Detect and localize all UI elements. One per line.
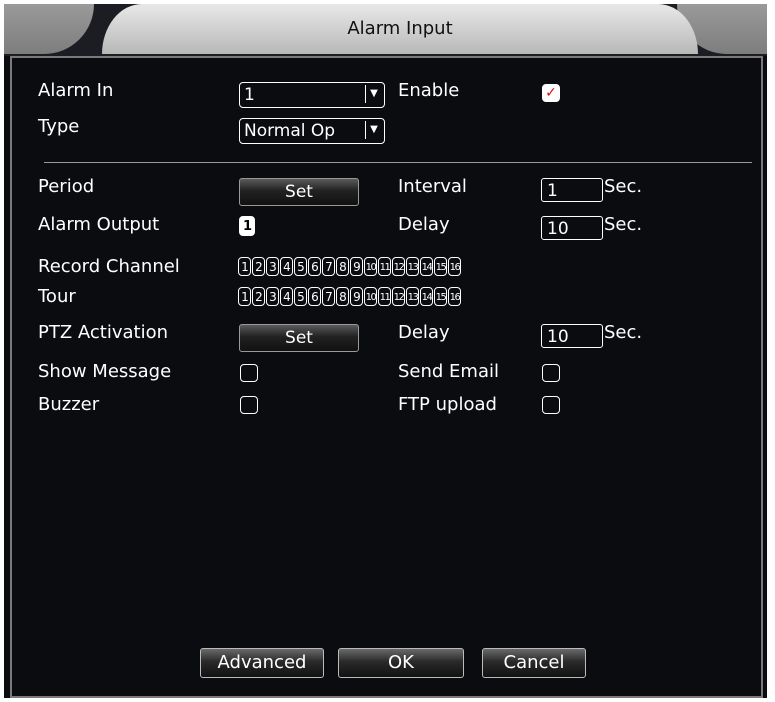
divider xyxy=(44,162,752,163)
ptz-delay-label: Delay xyxy=(398,322,450,343)
ptz-set-button[interactable]: Set xyxy=(239,324,359,352)
ptz-delay-unit: Sec. xyxy=(604,322,643,343)
record-channel-label: Record Channel xyxy=(38,256,180,277)
ptz-activation-label: PTZ Activation xyxy=(38,322,169,343)
record-channel-16[interactable]: 16 xyxy=(448,257,461,276)
interval-label: Interval xyxy=(398,176,467,197)
ftp-upload-checkbox[interactable] xyxy=(542,396,560,414)
send-email-checkbox[interactable] xyxy=(542,364,560,382)
cancel-button[interactable]: Cancel xyxy=(482,648,586,678)
record-channel-8[interactable]: 8 xyxy=(336,257,349,276)
record-channel-list: 1 2 3 4 5 6 7 8 9 10 11 12 13 14 15 16 xyxy=(238,257,462,276)
record-channel-4[interactable]: 4 xyxy=(280,257,293,276)
record-channel-13[interactable]: 13 xyxy=(406,257,419,276)
ok-button[interactable]: OK xyxy=(338,648,464,678)
check-icon: ✓ xyxy=(545,85,557,101)
record-channel-3[interactable]: 3 xyxy=(266,257,279,276)
record-channel-1[interactable]: 1 xyxy=(238,257,251,276)
tour-channel-7[interactable]: 7 xyxy=(322,287,335,306)
tour-channel-list: 1 2 3 4 5 6 7 8 9 10 11 12 13 14 15 16 xyxy=(238,287,462,306)
alarm-output-label: Alarm Output xyxy=(38,214,160,235)
tour-channel-3[interactable]: 3 xyxy=(266,287,279,306)
tour-channel-9[interactable]: 9 xyxy=(350,287,363,306)
buzzer-label: Buzzer xyxy=(38,394,100,415)
tour-channel-13[interactable]: 13 xyxy=(406,287,419,306)
send-email-label: Send Email xyxy=(398,361,499,382)
title-tab: Alarm Input xyxy=(102,4,698,54)
record-channel-5[interactable]: 5 xyxy=(294,257,307,276)
tour-channel-6[interactable]: 6 xyxy=(308,287,321,306)
title-bar: Alarm Input xyxy=(4,4,767,56)
ptz-delay-input[interactable]: 10 xyxy=(541,324,603,348)
chevron-down-icon[interactable]: ▼ xyxy=(365,121,382,139)
ftp-upload-label: FTP upload xyxy=(398,394,497,415)
tour-channel-14[interactable]: 14 xyxy=(420,287,433,306)
tour-channel-12[interactable]: 12 xyxy=(392,287,405,306)
tour-channel-15[interactable]: 15 xyxy=(434,287,447,306)
alarm-input-window: Alarm Input Alarm In 1 ▼ Enable ✓ Type N… xyxy=(4,4,767,698)
tour-label: Tour xyxy=(38,286,76,307)
tour-channel-4[interactable]: 4 xyxy=(280,287,293,306)
advanced-button[interactable]: Advanced xyxy=(200,648,324,678)
type-value: Normal Op xyxy=(244,121,336,141)
enable-label: Enable xyxy=(398,80,460,101)
period-label: Period xyxy=(38,176,95,197)
record-channel-12[interactable]: 12 xyxy=(392,257,405,276)
record-channel-9[interactable]: 9 xyxy=(350,257,363,276)
record-channel-15[interactable]: 15 xyxy=(434,257,447,276)
window-title: Alarm Input xyxy=(347,18,453,39)
type-select[interactable]: Normal Op ▼ xyxy=(239,118,385,144)
interval-unit: Sec. xyxy=(604,176,643,197)
alarm-in-label: Alarm In xyxy=(38,80,114,101)
record-channel-2[interactable]: 2 xyxy=(252,257,265,276)
delay-unit: Sec. xyxy=(604,214,643,235)
tour-channel-5[interactable]: 5 xyxy=(294,287,307,306)
chevron-down-icon[interactable]: ▼ xyxy=(365,85,382,103)
tour-channel-1[interactable]: 1 xyxy=(238,287,251,306)
settings-panel: Alarm In 1 ▼ Enable ✓ Type Normal Op ▼ P… xyxy=(10,56,763,698)
enable-checkbox[interactable]: ✓ xyxy=(542,84,560,102)
show-message-checkbox[interactable] xyxy=(240,364,258,382)
tour-channel-8[interactable]: 8 xyxy=(336,287,349,306)
record-channel-6[interactable]: 6 xyxy=(308,257,321,276)
tour-channel-16[interactable]: 16 xyxy=(448,287,461,306)
record-channel-14[interactable]: 14 xyxy=(420,257,433,276)
interval-input[interactable]: 1 xyxy=(541,178,603,202)
delay-label: Delay xyxy=(398,214,450,235)
record-channel-7[interactable]: 7 xyxy=(322,257,335,276)
tour-channel-10[interactable]: 10 xyxy=(364,287,377,306)
buzzer-checkbox[interactable] xyxy=(240,396,258,414)
tour-channel-11[interactable]: 11 xyxy=(378,287,391,306)
record-channel-11[interactable]: 11 xyxy=(378,257,391,276)
delay-input[interactable]: 10 xyxy=(541,216,603,240)
alarm-output-channel[interactable]: 1 xyxy=(239,216,255,236)
type-label: Type xyxy=(38,116,80,137)
show-message-label: Show Message xyxy=(38,361,172,382)
title-corner-left xyxy=(4,4,94,54)
tour-channel-2[interactable]: 2 xyxy=(252,287,265,306)
alarm-in-value: 1 xyxy=(244,85,255,105)
period-set-button[interactable]: Set xyxy=(239,178,359,206)
record-channel-10[interactable]: 10 xyxy=(364,257,377,276)
alarm-in-select[interactable]: 1 ▼ xyxy=(239,82,385,108)
